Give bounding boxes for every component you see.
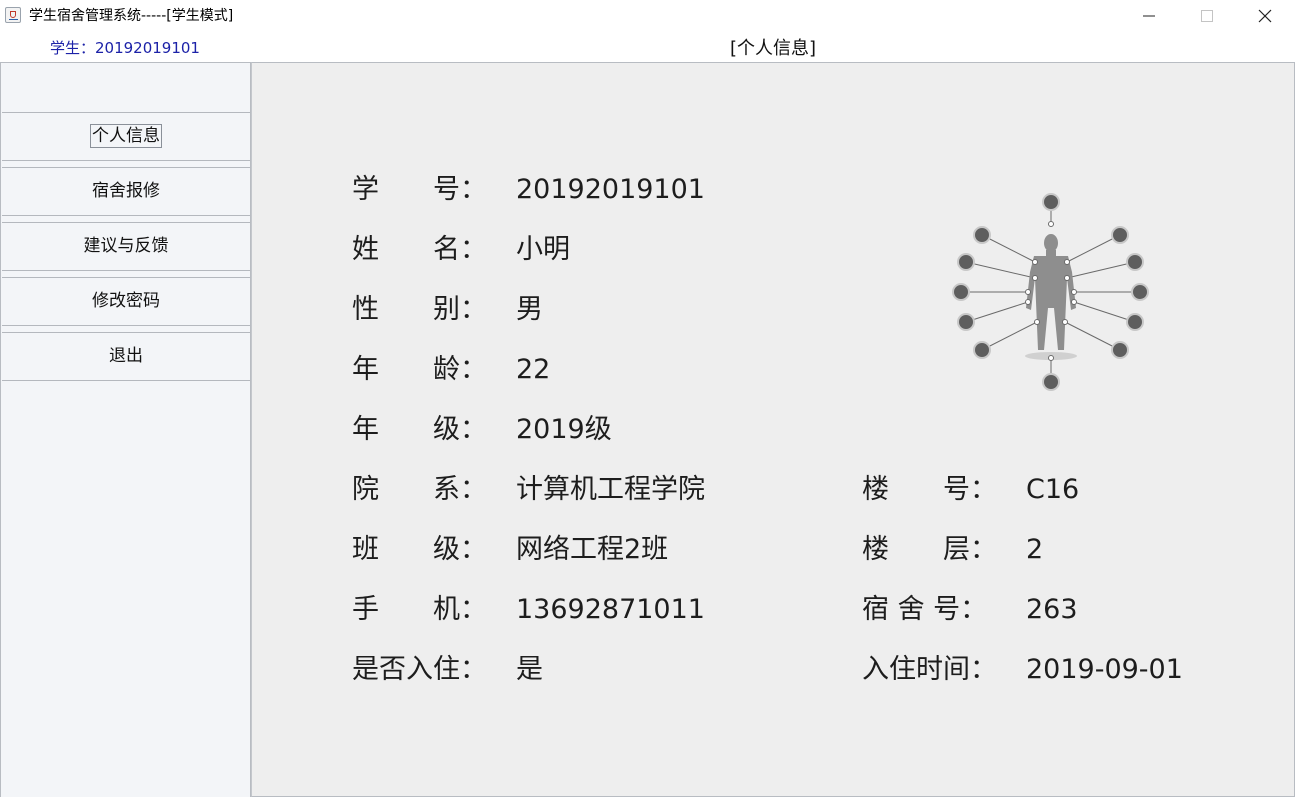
java-app-icon bbox=[5, 7, 21, 23]
sidebar-nav: 个人信息 宿舍报修 建议与反馈 修改密码 退出 bbox=[0, 62, 251, 797]
value-checked-in: 是 bbox=[516, 654, 543, 685]
label-name: 姓 名： bbox=[352, 234, 487, 265]
panel-title: [个人信息] bbox=[729, 38, 817, 59]
value-name: 小明 bbox=[516, 234, 570, 265]
nav-personal-info[interactable]: 个人信息 bbox=[2, 112, 250, 161]
label-student-id: 学 号： bbox=[352, 174, 487, 205]
value-student-id: 20192019101 bbox=[516, 174, 705, 205]
close-icon bbox=[1258, 9, 1272, 23]
minimize-button[interactable] bbox=[1120, 0, 1178, 32]
label-department: 院 系： bbox=[352, 474, 487, 505]
label-gender: 性 别： bbox=[352, 294, 487, 325]
nav-change-password[interactable]: 修改密码 bbox=[2, 277, 250, 326]
student-id-label: 学生：20192019101 bbox=[50, 39, 200, 57]
nav-dorm-repair[interactable]: 宿舍报修 bbox=[2, 167, 250, 216]
maximize-button[interactable] bbox=[1178, 0, 1236, 32]
value-gender: 男 bbox=[516, 294, 543, 325]
value-class: 网络工程2班 bbox=[516, 534, 669, 565]
value-room: 263 bbox=[1026, 594, 1078, 625]
label-age: 年 龄： bbox=[352, 354, 487, 385]
nav-label: 建议与反馈 bbox=[83, 236, 169, 256]
value-age: 22 bbox=[516, 354, 551, 385]
label-phone: 手 机： bbox=[352, 594, 487, 625]
title-bar: 学生宿舍管理系统-----[学生模式] bbox=[0, 0, 1296, 32]
nav-feedback[interactable]: 建议与反馈 bbox=[2, 222, 250, 271]
label-checkin-date: 入住时间： bbox=[862, 654, 997, 685]
value-floor: 2 bbox=[1026, 534, 1044, 565]
nav-logout[interactable]: 退出 bbox=[2, 332, 250, 381]
minimize-icon bbox=[1143, 15, 1155, 17]
value-department: 计算机工程学院 bbox=[516, 474, 705, 505]
value-checkin-date: 2019-09-01 bbox=[1026, 654, 1183, 685]
nav-label: 退出 bbox=[109, 346, 143, 366]
nav-label: 个人信息 bbox=[90, 124, 162, 148]
label-building: 楼 号： bbox=[862, 474, 997, 505]
value-building: C16 bbox=[1026, 474, 1080, 505]
window-title: 学生宿舍管理系统-----[学生模式] bbox=[29, 8, 234, 24]
label-floor: 楼 层： bbox=[862, 534, 997, 565]
maximize-icon bbox=[1201, 10, 1213, 22]
close-button[interactable] bbox=[1236, 0, 1294, 32]
label-grade: 年 级： bbox=[352, 414, 487, 445]
label-class: 班 级： bbox=[352, 534, 487, 565]
nav-label: 修改密码 bbox=[92, 291, 160, 311]
user-network-icon bbox=[952, 193, 1149, 391]
label-room: 宿 舍 号： bbox=[862, 594, 988, 625]
value-grade: 2019级 bbox=[516, 414, 612, 445]
label-checked-in: 是否入住： bbox=[352, 654, 487, 685]
value-phone: 13692871011 bbox=[516, 594, 705, 625]
nav-label: 宿舍报修 bbox=[92, 181, 160, 201]
